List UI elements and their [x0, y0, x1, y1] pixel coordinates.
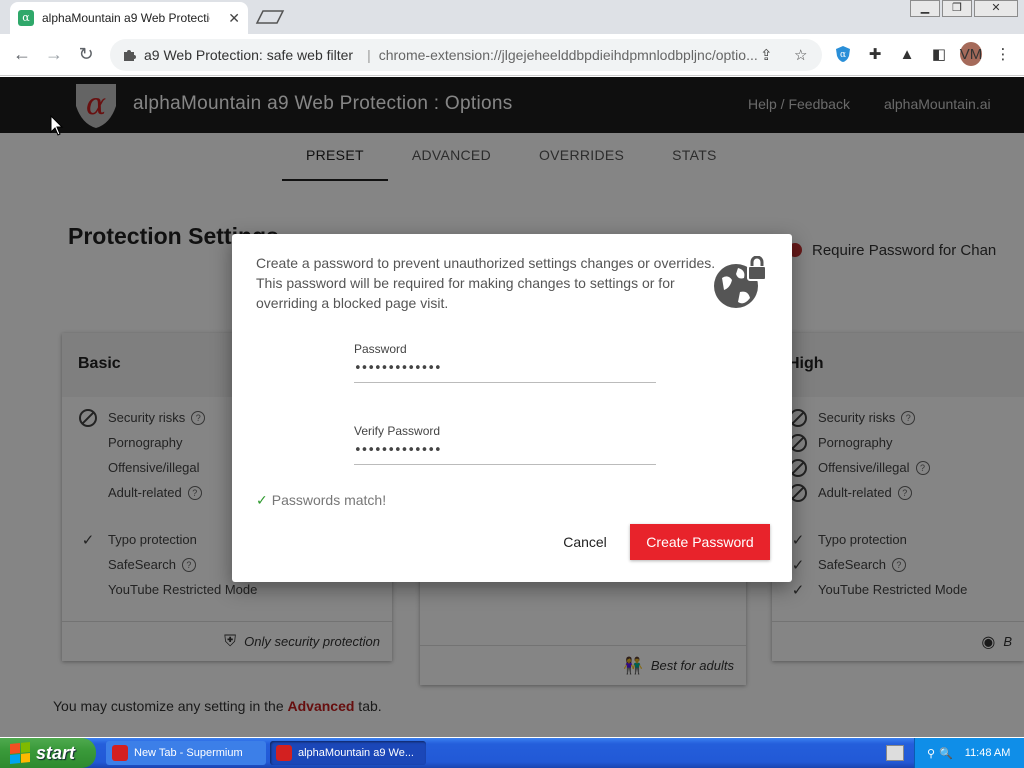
tab-close-icon[interactable]: ✕: [228, 10, 240, 27]
extensions-puzzle-icon[interactable]: ✚: [864, 42, 886, 66]
labs-flask-icon[interactable]: ▲: [896, 42, 918, 66]
extension-puzzle-icon: [124, 50, 136, 61]
a9-extension-icon[interactable]: α: [832, 42, 854, 66]
side-panel-icon[interactable]: ◧: [928, 42, 950, 66]
bookmark-star-icon[interactable]: ☆: [794, 46, 807, 64]
taskbar-item[interactable]: New Tab - Supermium: [106, 741, 266, 765]
svg-text:α: α: [840, 50, 846, 60]
password-match-status: ✓ Passwords match!: [256, 492, 387, 508]
start-button[interactable]: start: [0, 738, 96, 768]
search-icon[interactable]: 🔍: [939, 747, 953, 760]
reload-icon[interactable]: ↻: [70, 39, 102, 71]
browser-tab-active[interactable]: α alphaMountain a9 Web Protection : ✕: [10, 2, 248, 34]
globe-lock-icon: [714, 256, 767, 308]
verify-password-field: Verify Password: [354, 424, 656, 465]
profile-avatar[interactable]: VM: [960, 42, 982, 66]
tab-title: alphaMountain a9 Web Protection :: [42, 11, 210, 25]
browser-toolbar: ← → ↻ a9 Web Protection: safe web filter…: [0, 34, 1024, 76]
verify-password-input[interactable]: [354, 443, 644, 458]
browser-tab-strip: α alphaMountain a9 Web Protection : ✕ ▁ …: [0, 0, 1024, 34]
mouse-cursor-icon: [50, 115, 64, 136]
back-icon[interactable]: ←: [6, 39, 38, 71]
cancel-button[interactable]: Cancel: [550, 524, 620, 560]
create-password-button[interactable]: Create Password: [630, 524, 770, 560]
supermium-icon: [112, 745, 128, 761]
options-page: α alphaMountain a9 Web Protection : Opti…: [0, 77, 1024, 737]
close-window-icon[interactable]: ✕: [974, 0, 1018, 17]
forward-icon[interactable]: →: [38, 39, 70, 71]
dialog-description: Create a password to prevent unauthorize…: [256, 255, 716, 311]
address-bar[interactable]: a9 Web Protection: safe web filter | chr…: [110, 39, 822, 71]
omnibox-separator: |: [367, 47, 371, 63]
clock: 11:48 AM: [964, 747, 1011, 759]
browser-menu-icon[interactable]: ⋮: [992, 42, 1014, 66]
new-tab-icon[interactable]: [255, 9, 285, 25]
alphamountain-favicon-icon: α: [18, 10, 34, 26]
windows-flag-icon: [10, 741, 30, 765]
password-input[interactable]: [354, 361, 644, 376]
verify-password-label: Verify Password: [354, 424, 441, 438]
network-icon[interactable]: ⚲: [927, 747, 935, 760]
create-password-dialog: Create a password to prevent unauthorize…: [232, 234, 792, 582]
omnibox-extension-name: a9 Web Protection: safe web filter: [144, 47, 354, 63]
minimize-icon[interactable]: ▁: [910, 0, 940, 17]
taskbar: start New Tab - Supermium alphaMountain …: [0, 738, 1024, 768]
system-tray: ⚲ 🔍 11:48 AM: [914, 738, 1024, 768]
password-label: Password: [354, 342, 407, 356]
keyboard-icon[interactable]: [886, 745, 904, 761]
share-icon[interactable]: ⇪: [760, 46, 773, 64]
extension-toolbar: α ✚ ▲ ◧ VM ⋮: [832, 42, 1014, 66]
restore-icon[interactable]: ❐: [942, 0, 972, 17]
taskbar-item-active[interactable]: alphaMountain a9 We...: [270, 741, 426, 765]
window-controls: ▁ ❐ ✕: [910, 0, 1018, 17]
check-icon: ✓: [256, 492, 268, 508]
omnibox-url: chrome-extension://jlgejeheelddbpdieihdp…: [378, 47, 758, 63]
password-field: Password: [354, 342, 656, 383]
supermium-icon: [276, 745, 292, 761]
